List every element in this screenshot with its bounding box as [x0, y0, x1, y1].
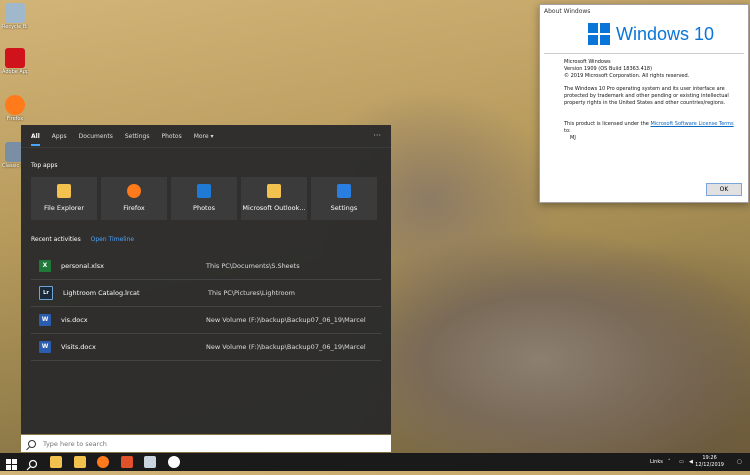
- links-toolbar[interactable]: Links: [650, 459, 663, 465]
- app-tile-file-explorer[interactable]: File Explorer: [31, 177, 97, 220]
- recent-item[interactable]: Lr Lightroom Catalog.lrcat This PC\Pictu…: [31, 280, 381, 307]
- settings-icon: [337, 184, 351, 198]
- desktop-icon-firefox[interactable]: Firefox: [2, 95, 28, 122]
- firefox-icon[interactable]: [97, 456, 109, 468]
- more-options-icon[interactable]: ···: [373, 131, 381, 140]
- excel-icon: X: [39, 260, 51, 272]
- search-input[interactable]: [41, 438, 365, 449]
- top-apps-title: Top apps: [31, 162, 58, 169]
- file-explorer-icon[interactable]: [50, 456, 62, 468]
- tab-documents[interactable]: Documents: [79, 127, 113, 146]
- adobe-icon: [5, 48, 25, 68]
- tab-photos[interactable]: Photos: [161, 127, 181, 146]
- recent-item[interactable]: W vis.docx New Volume (F:)\backup\Backup…: [31, 307, 381, 334]
- outlook-icon: [267, 184, 281, 198]
- ok-button[interactable]: OK: [706, 183, 742, 196]
- license-prefix: This product is licensed under the: [564, 121, 651, 127]
- windows-logo-text: Windows 10: [616, 23, 715, 44]
- clock[interactable]: 19:26 12/12/2019: [695, 455, 724, 469]
- recent-item[interactable]: W Visits.docx New Volume (F:)\backup\Bac…: [31, 334, 381, 361]
- divider: [544, 53, 744, 54]
- tab-all[interactable]: All: [31, 127, 40, 146]
- product-name: Microsoft Windows: [564, 59, 611, 65]
- word-icon: W: [39, 341, 51, 353]
- recycle-bin-icon: [5, 3, 25, 23]
- app-tile-photos[interactable]: Photos: [171, 177, 237, 220]
- clock-date: 12/12/2019: [695, 462, 724, 468]
- lightroom-icon: Lr: [39, 286, 53, 300]
- recent-activities-title: Recent activities: [31, 236, 81, 243]
- notifications-icon[interactable]: ▢: [737, 459, 742, 465]
- app-tile-firefox[interactable]: Firefox: [101, 177, 167, 220]
- taskbar: Links ˄ ▭ ◀ 19:26 12/12/2019 ▢: [0, 453, 750, 471]
- outlook-icon[interactable]: [74, 456, 86, 468]
- network-icon[interactable]: ▭: [679, 459, 684, 465]
- copyright-text: © 2019 Microsoft Corporation. All rights…: [564, 73, 690, 79]
- photos-icon: [197, 184, 211, 198]
- tab-settings[interactable]: Settings: [125, 127, 150, 146]
- file-explorer-icon: [57, 184, 71, 198]
- about-windows-dialog: About Windows Windows 10 Microsoft Windo…: [539, 4, 749, 203]
- license-suffix: to:: [564, 128, 571, 134]
- search-tabs: All Apps Documents Settings Photos More …: [21, 125, 391, 148]
- license-terms-link[interactable]: Microsoft Software License Terms: [650, 121, 733, 127]
- recent-activities-header: Recent activities Open Timeline: [31, 236, 134, 243]
- desktop-icon-adobe[interactable]: Adobe Applicati...: [2, 48, 28, 75]
- tab-apps[interactable]: Apps: [52, 127, 67, 146]
- taskbar-search-box[interactable]: [21, 435, 391, 452]
- clock-time: 19:26: [702, 455, 717, 461]
- word-icon: W: [39, 314, 51, 326]
- search-panel: All Apps Documents Settings Photos More …: [21, 125, 391, 434]
- top-apps: File Explorer Firefox Photos Microsoft O…: [31, 177, 381, 220]
- search-icon: [28, 439, 36, 448]
- volume-icon[interactable]: ◀: [689, 459, 693, 465]
- desktop-icon-recycle-bin[interactable]: Recycle Bin: [2, 3, 28, 30]
- firefox-icon: [127, 184, 141, 198]
- version-text: Version 1909 (OS Build 18363.418): [564, 66, 653, 72]
- dialog-title: About Windows: [544, 8, 591, 15]
- app-tile-outlook[interactable]: Microsoft Outlook...: [241, 177, 307, 220]
- media-icon[interactable]: [168, 456, 180, 468]
- recent-item[interactable]: X personal.xlsx This PC\Documents\S.Shee…: [31, 253, 381, 280]
- windows-logo: Windows 10: [588, 23, 714, 45]
- start-windows-icon[interactable]: [6, 456, 18, 470]
- app-icon[interactable]: [121, 456, 133, 468]
- recent-list: X personal.xlsx This PC\Documents\S.Shee…: [31, 253, 381, 361]
- chevron-up-icon[interactable]: ˄: [668, 459, 671, 465]
- legal-text: The Windows 10 Pro operating system and …: [564, 86, 729, 106]
- app-tile-settings[interactable]: Settings: [311, 177, 377, 220]
- open-timeline-link[interactable]: Open Timeline: [91, 236, 134, 243]
- window-icon[interactable]: [144, 456, 156, 468]
- search-icon[interactable]: [26, 456, 38, 471]
- firefox-icon: [5, 95, 25, 115]
- about-info: Microsoft Windows Version 1909 (OS Build…: [564, 59, 734, 148]
- licensee-name: MJ: [570, 135, 576, 141]
- windows-flag-icon: [588, 23, 610, 45]
- tab-more[interactable]: More ▾: [194, 127, 214, 146]
